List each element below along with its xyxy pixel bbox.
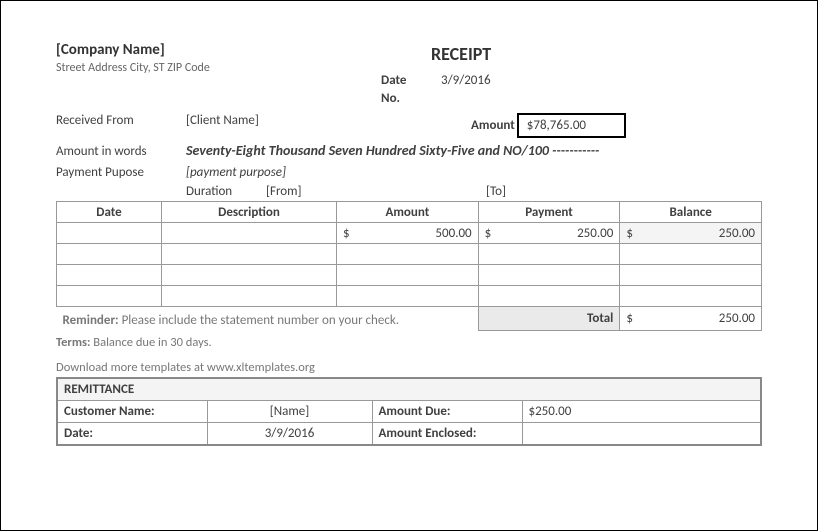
amount-in-words-label: Amount in words [56,144,186,159]
payment-purpose-value: [payment purpose] [186,165,286,180]
receipt-title: RECEIPT [431,43,491,65]
remit-cust-name: [Name] [207,400,372,422]
remit-amount-enclosed-label: Amount Enclosed: [372,422,522,445]
amount-label: Amount [471,118,515,133]
cell-date [57,223,162,244]
received-from-row: Received From [Client Name] [56,113,762,128]
duration-from: [From] [266,184,486,199]
cell-amount: 500.00 [353,223,479,244]
total-cur: $ [620,307,636,331]
table-total-row: Reminder: Please include the statement n… [57,307,762,331]
remit-row: Date: 3/9/2016 Amount Enclosed: [57,422,761,445]
remit-cust-label: Customer Name: [57,400,207,422]
th-payment: Payment [478,202,620,223]
remit-row: Customer Name: [Name] Amount Due: $250.0… [57,400,761,422]
cell-payment-cur: $ [478,223,494,244]
company-name: [Company Name] [56,41,762,59]
remittance-table: REMITTANCE Customer Name: [Name] Amount … [56,377,762,446]
remit-date-label: Date: [57,422,207,445]
terms-line: Terms: Balance due in 30 days. [56,335,762,350]
remit-amount-enclosed [522,422,761,445]
reminder-label: Reminder: [63,313,119,328]
line-items-table: Date Description Amount Payment Balance … [56,201,762,331]
no-label: No. [381,91,400,106]
date-row: Date 3/9/2016 [381,73,491,88]
receipt-page: [Company Name] Street Address City, ST Z… [0,0,818,531]
total-value: 250.00 [636,307,762,331]
table-row [57,286,762,307]
duration-to: [To] [486,184,506,199]
th-description: Description [162,202,337,223]
amount-box: Amount $78,765.00 [471,113,626,138]
table-body: $ 500.00 $ 250.00 $ 250.00 [57,223,762,331]
table-header-row: Date Description Amount Payment Balance [57,202,762,223]
cell-amount-cur: $ [337,223,353,244]
payment-purpose-label: Payment Pupose [56,165,186,180]
amount-in-words-value: Seventy-Eight Thousand Seven Hundred Six… [186,142,762,159]
date-label: Date [381,73,423,88]
received-from-label: Received From [56,113,186,128]
client-name: [Client Name] [186,113,259,128]
reminder-text: Please include the statement number on y… [119,313,399,328]
payment-purpose-row: Payment Pupose [payment purpose] [56,165,762,180]
terms-text: Balance due in 30 days. [90,335,211,350]
amount-value: $78,765.00 [517,113,626,138]
remit-amount-due-label: Amount Due: [372,400,522,422]
duration-row: Duration [From] [To] [56,184,762,199]
terms-label: Terms: [56,335,90,350]
table-row: $ 500.00 $ 250.00 $ 250.00 [57,223,762,244]
cell-balance: 250.00 [636,223,762,244]
remit-title-row: REMITTANCE [57,378,761,401]
cell-payment: 250.00 [494,223,620,244]
th-amount: Amount [337,202,479,223]
remit-date: 3/9/2016 [207,422,372,445]
table-row [57,265,762,286]
reminder-line: Reminder: Please include the statement n… [63,313,400,328]
remit-title: REMITTANCE [57,378,761,401]
table-row [57,244,762,265]
date-value: 3/9/2016 [441,73,491,88]
no-row: No. [381,91,400,106]
th-balance: Balance [620,202,762,223]
th-date: Date [57,202,162,223]
cell-desc [162,223,337,244]
duration-label: Duration [186,184,266,199]
cell-balance-cur: $ [620,223,636,244]
remit-amount-due: $250.00 [522,400,761,422]
total-label: Total [478,307,620,331]
amount-in-words-row: Amount in words Seventy-Eight Thousand S… [56,142,762,159]
download-line: Download more templates at www.xltemplat… [56,360,762,375]
